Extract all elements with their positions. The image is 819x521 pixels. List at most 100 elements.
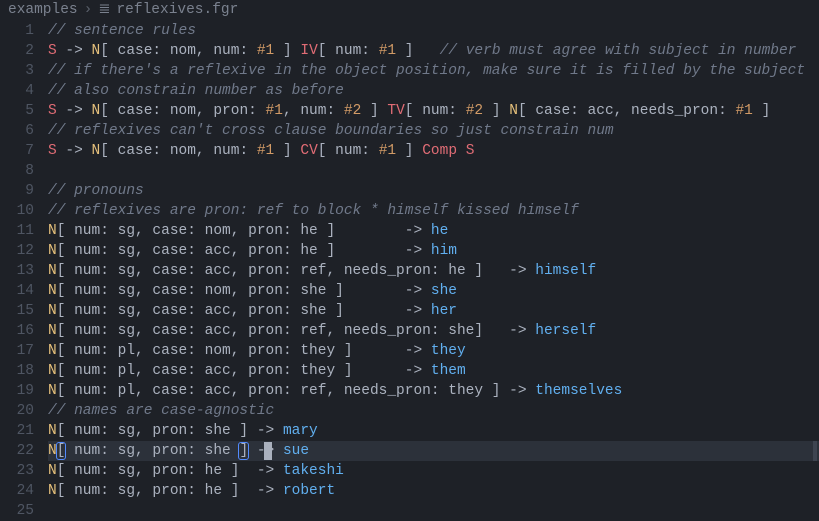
token: #1: [735, 103, 752, 119]
token: #1: [257, 43, 274, 59]
token: they: [431, 343, 466, 359]
code-line[interactable]: N[ num: sg, case: nom, pron: he ] -> he: [48, 221, 819, 241]
token: N: [48, 443, 57, 459]
token: himself: [535, 263, 596, 279]
token: robert: [283, 483, 335, 499]
code-line[interactable]: N[ num: sg, case: acc, pron: ref, needs_…: [48, 321, 819, 341]
token: herself: [535, 323, 596, 339]
code-line[interactable]: S -> N[ case: nom, num: #1 ] IV[ num: #1…: [48, 41, 819, 61]
token: N: [48, 283, 57, 299]
code-line[interactable]: // reflexives are pron: ref to block * h…: [48, 201, 819, 221]
code-line[interactable]: N[ num: sg, case: acc, pron: she ] -> he…: [48, 301, 819, 321]
token: // names are case-agnostic: [48, 403, 274, 419]
token: ]: [274, 143, 300, 159]
line-number: 19: [0, 381, 34, 401]
token: ]: [753, 103, 770, 119]
token: S: [48, 103, 57, 119]
line-number: 6: [0, 121, 34, 141]
line-number: 16: [0, 321, 34, 341]
line-number: 17: [0, 341, 34, 361]
code-line[interactable]: N[ num: sg, case: nom, pron: she ] -> sh…: [48, 281, 819, 301]
line-number: 5: [0, 101, 34, 121]
token: #2: [466, 103, 483, 119]
token: // also constrain number as before: [48, 83, 344, 99]
code-line[interactable]: N[ num: sg, pron: he ] -> takeshi: [48, 461, 819, 481]
token: S: [48, 43, 57, 59]
line-number: 22: [0, 441, 34, 461]
token: [ num: pl, case: nom, pron: they ] ->: [57, 343, 431, 359]
token: he: [431, 223, 448, 239]
token: [ num: sg, case: acc, pron: he ] ->: [57, 243, 431, 259]
code-line[interactable]: N[ num: pl, case: acc, pron: ref, needs_…: [48, 381, 819, 401]
line-number: 18: [0, 361, 34, 381]
code-line[interactable]: N[ num: sg, pron: he ] -> robert: [48, 481, 819, 501]
line-number: 14: [0, 281, 34, 301]
code-line[interactable]: S -> N[ case: nom, pron: #1, num: #2 ] T…: [48, 101, 819, 121]
token: #1: [379, 143, 396, 159]
code-line[interactable]: N[ num: sg, case: acc, pron: he ] -> him: [48, 241, 819, 261]
code-line[interactable]: // names are case-agnostic: [48, 401, 819, 421]
code-line[interactable]: // pronouns: [48, 181, 819, 201]
code-line[interactable]: N[ num: pl, case: nom, pron: they ] -> t…: [48, 341, 819, 361]
line-number-gutter: 1234567891011121314151617181920212223242…: [0, 20, 48, 514]
line-number: 10: [0, 201, 34, 221]
token: [ num:: [405, 103, 466, 119]
line-number: 1: [0, 21, 34, 41]
line-number: 23: [0, 461, 34, 481]
token: [ num: sg, case: acc, pron: she ] ->: [57, 303, 431, 319]
token: [ num:: [318, 43, 379, 59]
token: N: [48, 263, 57, 279]
token: [ num: sg, case: nom, pron: he ] ->: [57, 223, 431, 239]
code-line[interactable]: N[ num: sg, pron: she ] -> sue: [48, 441, 819, 461]
token: N: [48, 303, 57, 319]
token: Comp: [422, 143, 457, 159]
code-line[interactable]: N[ num: sg, pron: she ] -> mary: [48, 421, 819, 441]
token: IV: [300, 43, 317, 59]
code-line[interactable]: [48, 161, 819, 181]
token: // if there's a reflexive in the object …: [48, 63, 805, 79]
token: // reflexives are pron: ref to block * h…: [48, 203, 579, 219]
line-number: 13: [0, 261, 34, 281]
line-number: 9: [0, 181, 34, 201]
line-number: 20: [0, 401, 34, 421]
token: her: [431, 303, 457, 319]
token: S: [466, 143, 475, 159]
token: num: sg, pron: she: [65, 443, 239, 459]
line-number: 21: [0, 421, 34, 441]
token: N: [48, 243, 57, 259]
breadcrumb-file[interactable]: reflexives.fgr: [116, 0, 238, 20]
token: takeshi: [283, 463, 344, 479]
token: N: [48, 483, 57, 499]
token: [ num: sg, case: nom, pron: she ] ->: [57, 283, 431, 299]
token: N: [92, 143, 101, 159]
code-line[interactable]: S -> N[ case: nom, num: #1 ] CV[ num: #1…: [48, 141, 819, 161]
token: , num:: [283, 103, 344, 119]
token: TV: [387, 103, 404, 119]
token: [ num:: [318, 143, 379, 159]
code-line[interactable]: N[ num: pl, case: acc, pron: they ] -> t…: [48, 361, 819, 381]
breadcrumb-folder[interactable]: examples: [8, 0, 78, 20]
token: CV: [300, 143, 317, 159]
breadcrumb[interactable]: examples › ≣ reflexives.fgr: [0, 0, 819, 20]
code-line[interactable]: // also constrain number as before: [48, 81, 819, 101]
code-line[interactable]: [48, 501, 819, 521]
token: [ num: pl, case: acc, pron: they ] ->: [57, 363, 431, 379]
token: N: [92, 103, 101, 119]
token: N: [48, 463, 57, 479]
token: // verb must agree with subject in numbe…: [440, 43, 797, 59]
token: N: [48, 323, 57, 339]
code-line[interactable]: // sentence rules: [48, 21, 819, 41]
line-number: 12: [0, 241, 34, 261]
token: N: [509, 103, 518, 119]
token: ]: [361, 103, 387, 119]
code-area[interactable]: // sentence rules S -> N[ case: nom, num:…: [48, 20, 819, 514]
editor[interactable]: 1234567891011121314151617181920212223242…: [0, 20, 819, 514]
token: // sentence rules: [48, 23, 196, 39]
code-line[interactable]: N[ num: sg, case: acc, pron: ref, needs_…: [48, 261, 819, 281]
code-line[interactable]: // reflexives can't cross clause boundar…: [48, 121, 819, 141]
token: [ num: sg, case: acc, pron: ref, needs_p…: [57, 263, 536, 279]
token: N: [48, 383, 57, 399]
token: [ num: sg, pron: he ] ->: [57, 463, 283, 479]
code-line[interactable]: // if there's a reflexive in the object …: [48, 61, 819, 81]
token: N: [48, 343, 57, 359]
